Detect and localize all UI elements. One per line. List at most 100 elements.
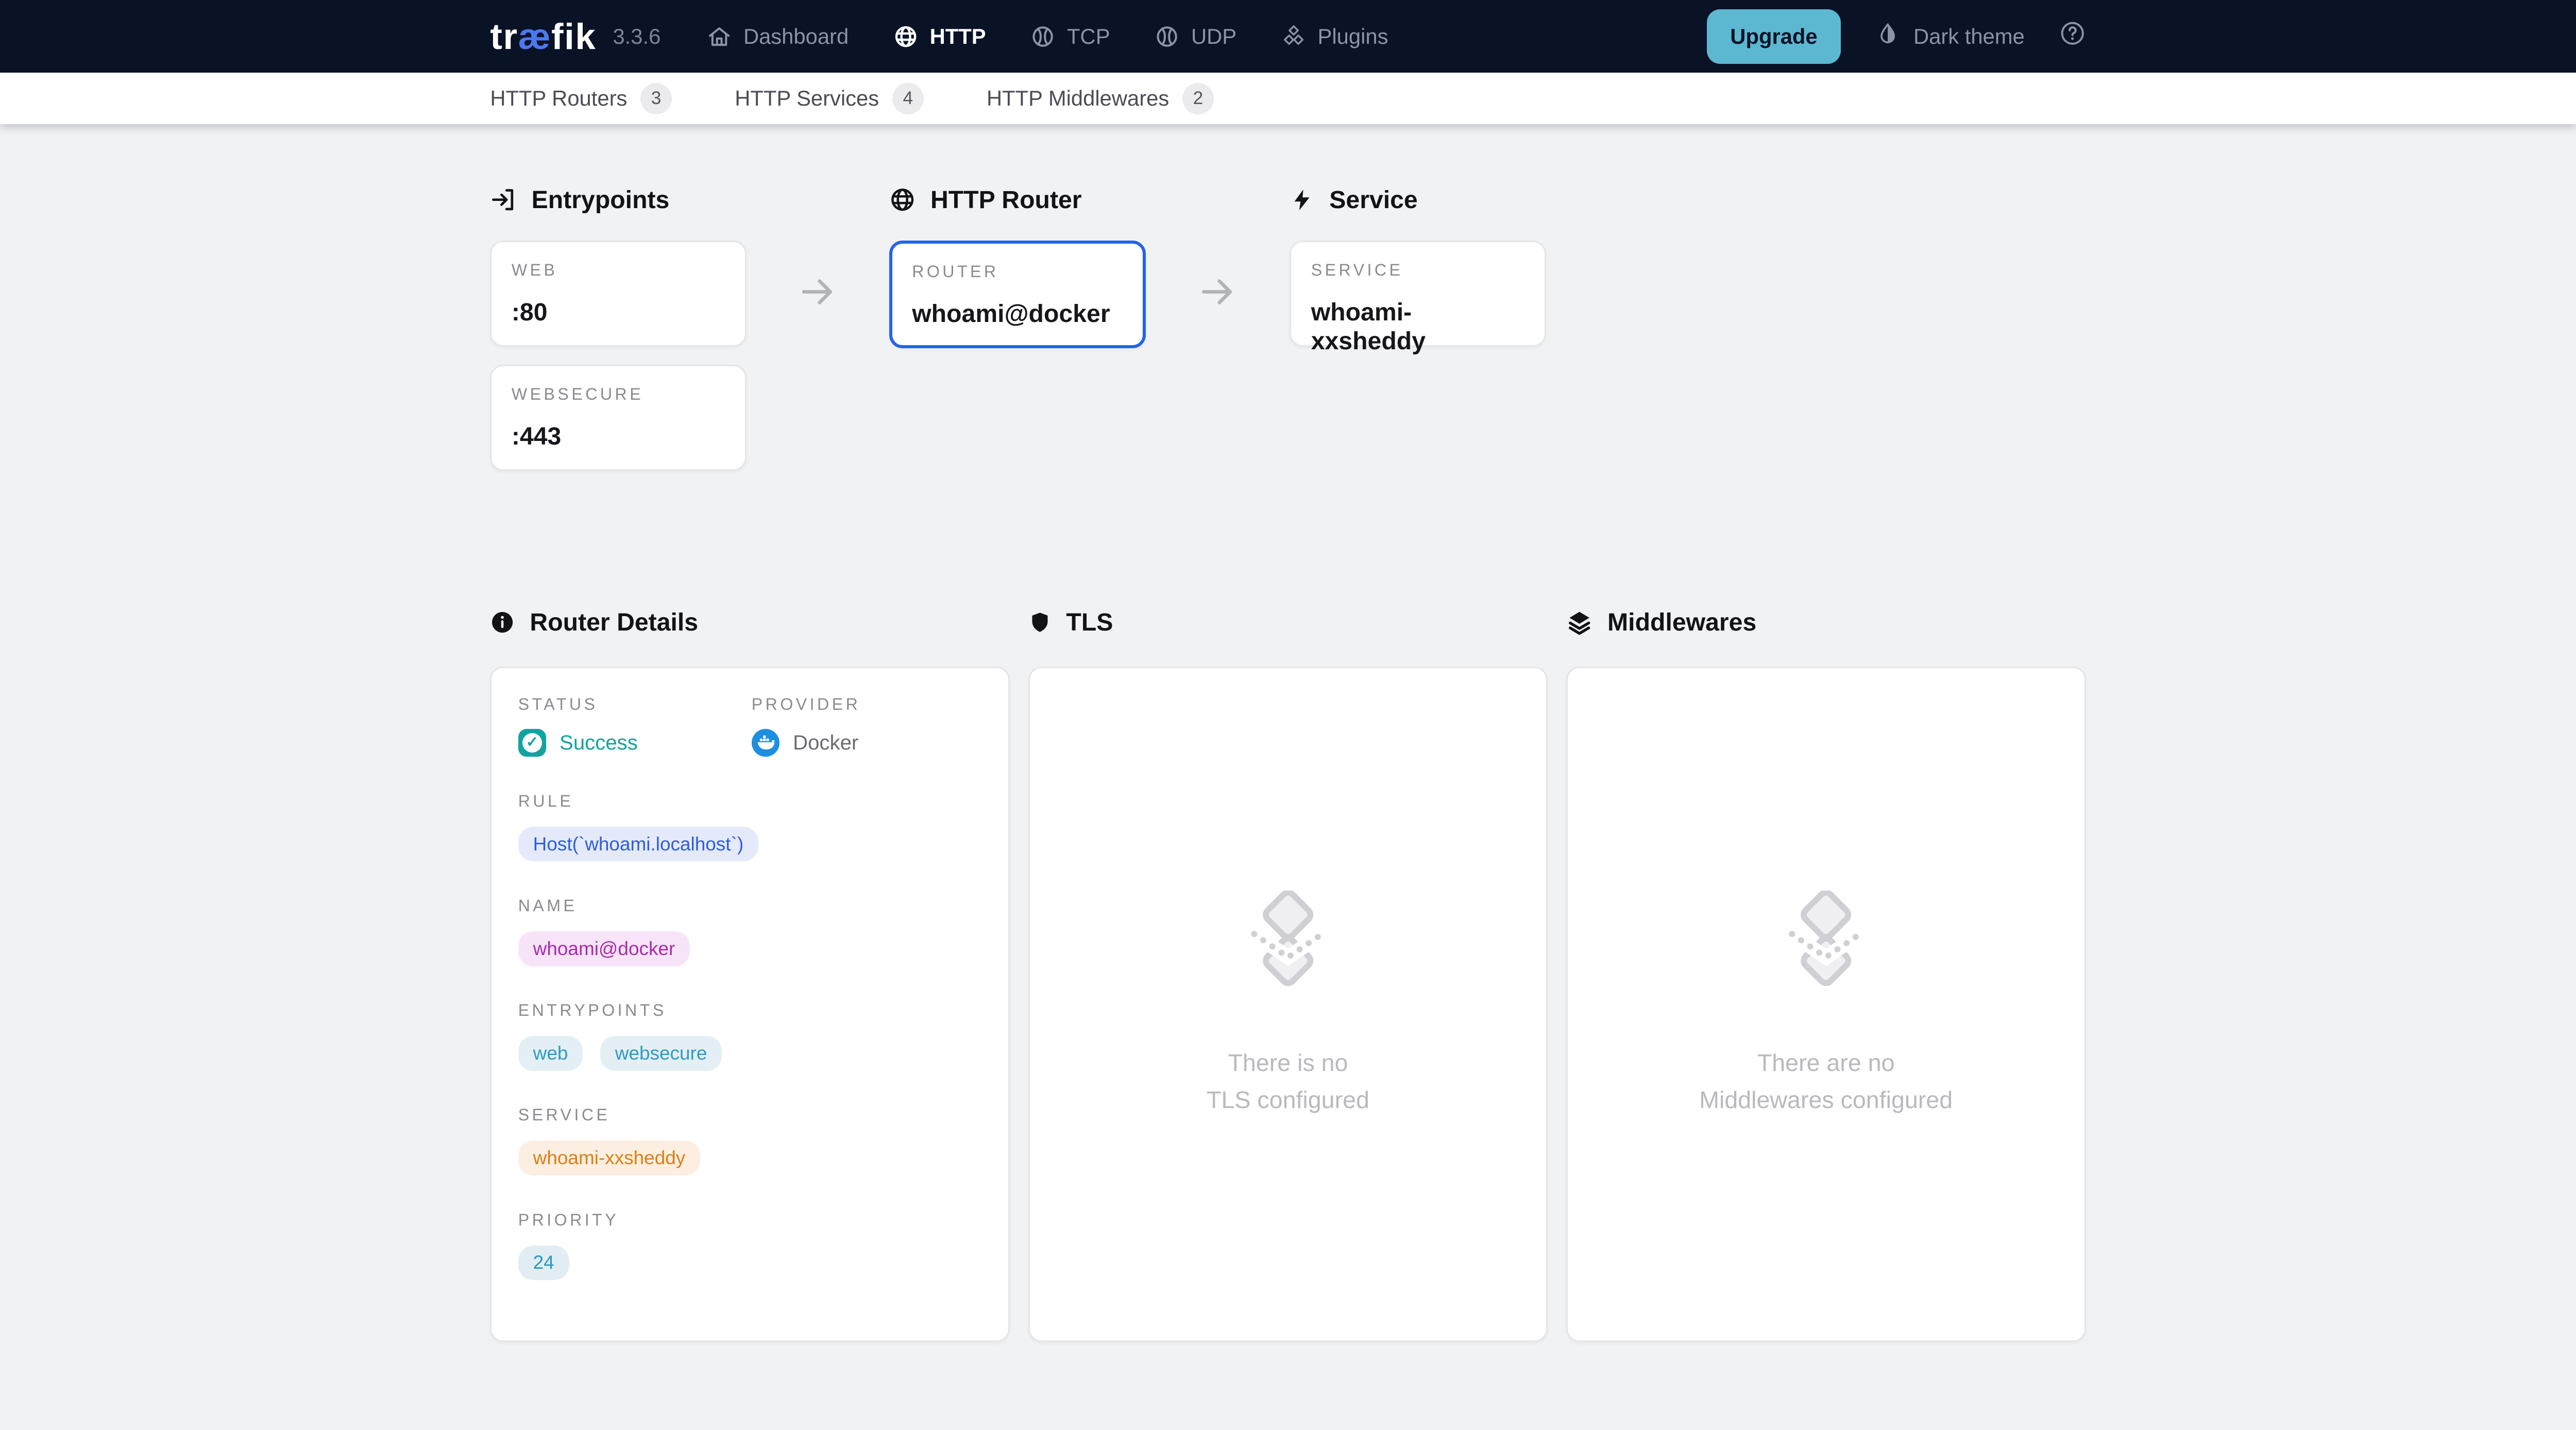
main-content: Entrypoints HTTP Router Service WEB :80 … bbox=[490, 124, 2086, 1428]
shield-icon bbox=[1028, 610, 1052, 635]
provider-value: Docker bbox=[793, 731, 858, 755]
help-button[interactable] bbox=[2059, 20, 2086, 53]
service-section-header: Service bbox=[1290, 185, 1546, 214]
entrypoint-card-web[interactable]: WEB :80 bbox=[490, 241, 747, 347]
tls-column: TLS There is no TLS configured bbox=[1028, 608, 1548, 1342]
logo-text: tr bbox=[490, 15, 518, 57]
nav-item-plugins[interactable]: Plugins bbox=[1281, 24, 1388, 49]
nav-item-dashboard[interactable]: Dashboard bbox=[707, 24, 849, 49]
cubes-icon bbox=[1281, 24, 1306, 49]
traefik-logo[interactable]: træfik bbox=[490, 15, 596, 57]
log-in-icon bbox=[490, 186, 516, 213]
service-label: SERVICE bbox=[518, 1105, 982, 1125]
tab-count-badge: 4 bbox=[892, 83, 924, 114]
success-check-icon: ✓ bbox=[518, 729, 547, 757]
dark-theme-label: Dark theme bbox=[1913, 24, 2025, 49]
section-title: TLS bbox=[1066, 608, 1113, 637]
router-card[interactable]: ROUTER whoami@docker bbox=[889, 241, 1146, 348]
question-circle-icon bbox=[2059, 20, 2086, 53]
right-arrow-icon bbox=[1198, 272, 1238, 471]
section-title: Router Details bbox=[530, 608, 698, 637]
main-nav-menu: Dashboard HTTP TCP UDP bbox=[707, 24, 1388, 49]
status-label: STATUS bbox=[518, 695, 752, 714]
router-details-column: Router Details STATUS ✓ Success PROVIDER bbox=[490, 608, 1010, 1342]
nav-item-label: UDP bbox=[1191, 24, 1236, 49]
status-value: Success bbox=[560, 731, 638, 755]
contrast-droplet-icon bbox=[1875, 22, 1900, 52]
routing-flow: Entrypoints HTTP Router Service WEB :80 … bbox=[490, 185, 2086, 471]
nav-item-label: TCP bbox=[1067, 24, 1110, 49]
entrypoint-card-label: WEBSECURE bbox=[512, 385, 725, 404]
priority-label: PRIORITY bbox=[518, 1211, 982, 1230]
http-router-section-header: HTTP Router bbox=[889, 185, 1146, 214]
service-card-label: SERVICE bbox=[1311, 261, 1525, 280]
dark-theme-toggle[interactable]: Dark theme bbox=[1875, 22, 2025, 52]
globe-icon bbox=[893, 24, 918, 49]
entrypoint-card-value: :443 bbox=[512, 422, 725, 451]
priority-badge: 24 bbox=[518, 1246, 569, 1281]
tab-http-services[interactable]: HTTP Services 4 bbox=[735, 83, 924, 114]
router-card-value: whoami@docker bbox=[912, 299, 1123, 328]
router-card-label: ROUTER bbox=[912, 262, 1123, 281]
section-title: HTTP Router bbox=[930, 185, 1082, 214]
empty-message-line: TLS configured bbox=[1207, 1086, 1369, 1113]
entrypoint-card-label: WEB bbox=[512, 261, 725, 280]
tab-count-badge: 2 bbox=[1182, 83, 1214, 114]
tab-label: HTTP Routers bbox=[490, 86, 627, 111]
details-row: Router Details STATUS ✓ Success PROVIDER bbox=[490, 608, 2086, 1428]
nav-item-label: Dashboard bbox=[743, 24, 849, 49]
right-arrow-icon bbox=[798, 272, 838, 471]
router-name-badge: whoami@docker bbox=[518, 931, 690, 966]
middlewares-empty-message: There are no Middlewares configured bbox=[1699, 1044, 1953, 1118]
entrypoints-label: ENTRYPOINTS bbox=[518, 1001, 982, 1020]
empty-message-line: There are no bbox=[1757, 1049, 1895, 1076]
rule-label: RULE bbox=[518, 792, 982, 811]
provider-label: PROVIDER bbox=[752, 695, 861, 714]
docker-icon bbox=[752, 729, 780, 757]
tab-count-badge: 3 bbox=[640, 83, 672, 114]
empty-message-line: Middlewares configured bbox=[1699, 1086, 1953, 1113]
tab-label: HTTP Services bbox=[735, 86, 879, 111]
middlewares-column: Middlewares There are no Middlewares con… bbox=[1566, 608, 2086, 1342]
info-circle-icon bbox=[490, 610, 515, 635]
router-details-header: Router Details bbox=[490, 608, 1010, 637]
globe-icon bbox=[889, 186, 916, 213]
nav-item-udp[interactable]: UDP bbox=[1155, 24, 1236, 49]
entrypoint-card-websecure[interactable]: WEBSECURE :443 bbox=[490, 365, 747, 471]
ball-icon bbox=[1030, 24, 1055, 49]
nav-item-tcp[interactable]: TCP bbox=[1030, 24, 1110, 49]
layers-icon bbox=[1566, 609, 1592, 636]
logo-ae: æ bbox=[518, 15, 551, 57]
middlewares-header: Middlewares bbox=[1566, 608, 2086, 637]
service-card[interactable]: SERVICE whoami-xxsheddy bbox=[1290, 241, 1546, 347]
empty-message-line: There is no bbox=[1228, 1049, 1348, 1076]
logo-text: fik bbox=[551, 15, 596, 57]
entrypoints-section-header: Entrypoints bbox=[490, 185, 747, 214]
tab-http-middlewares[interactable]: HTTP Middlewares 2 bbox=[987, 83, 1214, 114]
empty-layers-icon bbox=[1778, 891, 1874, 1001]
section-title: Service bbox=[1329, 185, 1417, 214]
section-tabbar: HTTP Routers 3 HTTP Services 4 HTTP Midd… bbox=[0, 73, 2576, 124]
service-card-value: whoami-xxsheddy bbox=[1311, 298, 1525, 355]
version-label: 3.3.6 bbox=[613, 24, 660, 49]
nav-item-http[interactable]: HTTP bbox=[893, 24, 986, 49]
entrypoint-card-value: :80 bbox=[512, 298, 725, 327]
tls-empty-message: There is no TLS configured bbox=[1207, 1044, 1369, 1118]
tab-http-routers[interactable]: HTTP Routers 3 bbox=[490, 83, 672, 114]
ball-icon bbox=[1155, 24, 1179, 49]
tls-header: TLS bbox=[1028, 608, 1548, 637]
section-title: Entrypoints bbox=[532, 185, 670, 214]
nav-item-label: Plugins bbox=[1318, 24, 1388, 49]
upgrade-button[interactable]: Upgrade bbox=[1707, 9, 1840, 64]
home-icon bbox=[707, 24, 732, 49]
nav-item-label: HTTP bbox=[930, 24, 986, 49]
tls-empty-card: There is no TLS configured bbox=[1028, 667, 1548, 1342]
tab-label: HTTP Middlewares bbox=[987, 86, 1169, 111]
router-details-card: STATUS ✓ Success PROVIDER Docker bbox=[490, 667, 1010, 1342]
empty-layers-icon bbox=[1240, 891, 1336, 1001]
entrypoint-badge: web bbox=[518, 1036, 583, 1071]
rule-badge: Host(`whoami.localhost`) bbox=[518, 827, 758, 862]
section-title: Middlewares bbox=[1607, 608, 1756, 637]
service-badge: whoami-xxsheddy bbox=[518, 1140, 700, 1176]
middlewares-empty-card: There are no Middlewares configured bbox=[1566, 667, 2086, 1342]
